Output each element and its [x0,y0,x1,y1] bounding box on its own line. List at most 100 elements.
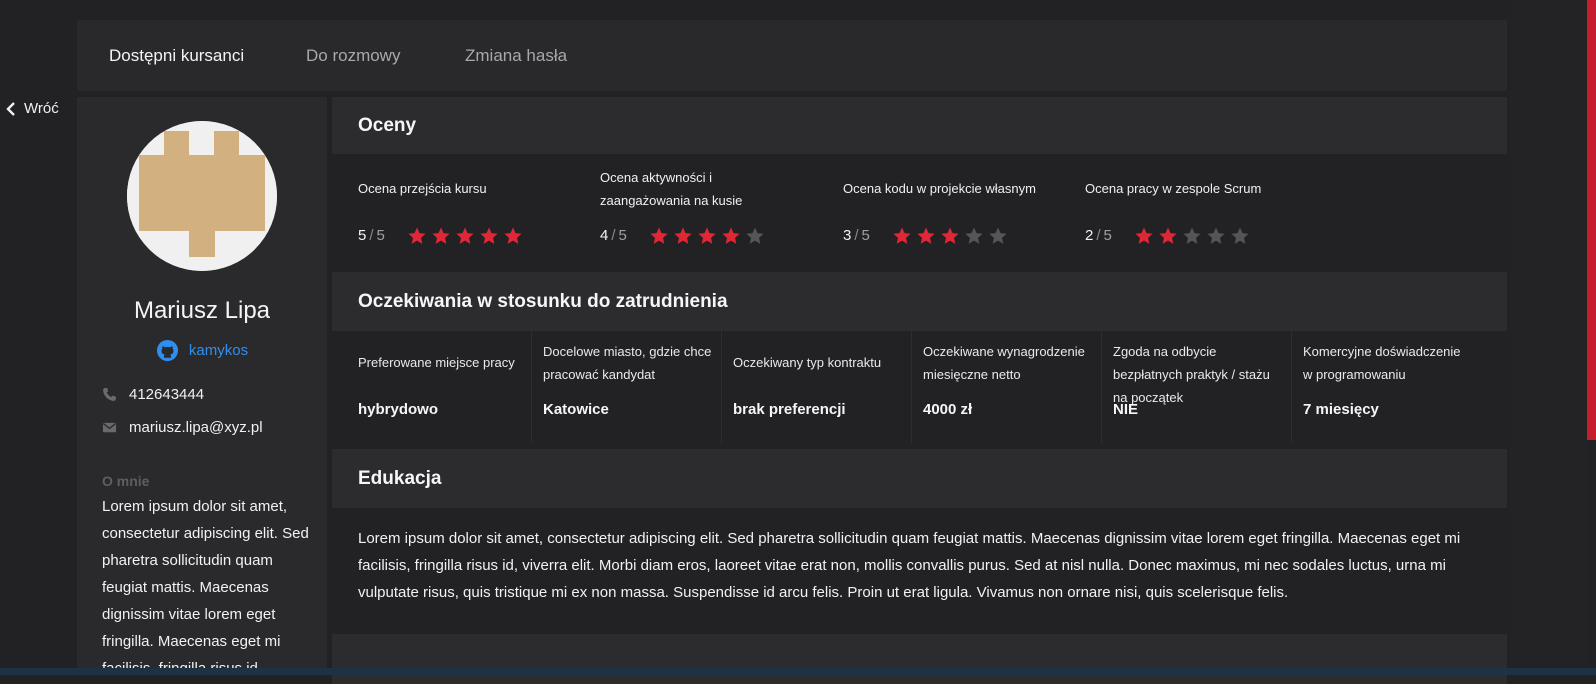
candidate-name: Mariusz Lipa [133,297,271,324]
star-filled-icon [649,226,669,246]
star-filled-icon [673,226,693,246]
expectation-label: Oczekiwany typ kontraktu [733,355,882,370]
profile-sidebar: Mariusz Lipa kamykos 412643444 mariusz.l… [77,97,327,675]
tab-available-students[interactable]: Dostępni kursanci [109,46,244,66]
email-row: mariusz.lipa@xyz.pl [102,419,263,436]
rating-label: Ocena pracy w zespole Scrum [1085,181,1262,196]
phone-row: 412643444 [102,386,204,403]
rating-score-value: 2 [1085,227,1094,244]
github-login: kamykos [188,342,249,359]
rating-score-max: 5 [861,227,870,244]
expectation-value: Katowice [543,401,609,418]
rating-stars [1134,226,1250,246]
rating-score-value: 4 [600,227,609,244]
expectation-value: NIE [1113,401,1139,418]
ratings-title: Oceny [358,115,417,136]
expectation-label: Oczekiwane wynagrodzenie miesięczne nett… [923,344,1085,382]
star-filled-icon [721,226,741,246]
expectation-item: Komercyjne doświadczenie w programowaniu… [1292,331,1507,443]
identicon-block [139,179,164,203]
star-filled-icon [697,226,717,246]
identicon-image [127,121,277,271]
expectation-item: Docelowe miasto, gdzie chce pracować kan… [532,331,722,443]
rating-label: Ocena aktywności i zaangażowania na kusi… [600,170,743,208]
github-link[interactable]: kamykos [77,339,327,362]
rating-stars [892,226,1008,246]
rating-score-value: 5 [358,227,367,244]
github-icon [156,339,178,362]
ratings-body: Ocena przejścia kursu 5/5 Ocena aktywności… [332,154,1507,272]
ratings-header: Oceny [332,97,1507,154]
tab-change-password[interactable]: Zmiana hasła [465,46,567,66]
star-filled-icon [892,226,912,246]
expectation-item: Zgoda na odbycie bezpłatnych praktyk / s… [1102,331,1292,443]
chevron-left-icon [6,101,15,116]
star-empty-icon [1182,226,1202,246]
rating-label: Ocena kodu w projekcie własnym [843,181,1036,196]
expectation-label: Zgoda na odbycie bezpłatnych praktyk / s… [1113,344,1270,405]
rating-score: 4/5 [600,227,627,244]
expectation-value: brak preferencji [733,401,846,418]
star-empty-icon [1206,226,1226,246]
email-address: mariusz.lipa@xyz.pl [129,419,263,436]
education-header: Edukacja [332,449,1507,508]
about-text: Lorem ipsum dolor sit amet, consectetur … [102,498,309,675]
star-empty-icon [988,226,1008,246]
expectation-label: Komercyjne doświadczenie w programowaniu [1303,344,1461,382]
rating-stars [649,226,765,246]
bottom-status-bar [0,668,1596,675]
star-filled-icon [407,226,427,246]
rating-score: 3/5 [843,227,870,244]
star-empty-icon [1230,226,1250,246]
identicon-block [189,231,215,257]
about-title: O mnie [102,473,150,489]
education-body: Lorem ipsum dolor sit amet, consectetur … [332,508,1507,628]
star-empty-icon [745,226,765,246]
identicon-block [164,179,240,203]
envelope-icon [102,420,117,435]
rating-score-max: 5 [376,227,385,244]
expectation-value: hybrydowo [358,401,439,418]
expectations-title: Oczekiwania w stosunku do zatrudnienia [358,291,728,312]
expectation-label: Docelowe miasto, gdzie chce pracować kan… [543,344,712,382]
expectation-value: 7 miesięcy [1303,401,1379,418]
education-text: Lorem ipsum dolor sit amet, consectetur … [358,530,1461,601]
rating-score-separator: / [611,227,616,244]
star-filled-icon [455,226,475,246]
star-empty-icon [964,226,984,246]
rating-stars [407,226,523,246]
top-navigation: Dostępni kursanci Do rozmowy Zmiana hasł… [77,20,1507,91]
star-filled-icon [431,226,451,246]
identicon-block [139,203,265,231]
rating-score-separator: / [854,227,859,244]
star-filled-icon [1134,226,1154,246]
star-filled-icon [1158,226,1178,246]
tab-to-interview[interactable]: Do rozmowy [306,46,400,66]
rating-score-max: 5 [1103,227,1112,244]
expectation-value: 4000 zł [923,401,973,418]
star-filled-icon [916,226,936,246]
expectation-item: Preferowane miejsce pracy hybrydowo [332,331,532,443]
scrollbar-thumb[interactable] [1587,0,1596,440]
rating-score: 2/5 [1085,227,1112,244]
next-section-header [332,634,1507,684]
rating-score-value: 3 [843,227,852,244]
identicon-block [164,131,189,155]
education-title: Edukacja [358,468,442,489]
expectations-body: Preferowane miejsce pracy hybrydowo Docelo… [332,331,1507,443]
expectation-item: Oczekiwane wynagrodzenie miesięczne nett… [912,331,1102,443]
identicon-block [240,179,265,203]
star-filled-icon [479,226,499,246]
back-link[interactable]: Wróć [6,100,59,117]
phone-number: 412643444 [129,386,205,403]
expectation-item: Oczekiwany typ kontraktu brak preferencji [722,331,912,443]
identicon-block [139,155,265,179]
identicon-block [214,131,239,155]
page-right-margin [1510,0,1587,675]
rating-score: 5/5 [358,227,385,244]
star-filled-icon [503,226,523,246]
rating-score-separator: / [1096,227,1101,244]
avatar [127,121,277,271]
star-filled-icon [940,226,960,246]
rating-score-separator: / [369,227,374,244]
